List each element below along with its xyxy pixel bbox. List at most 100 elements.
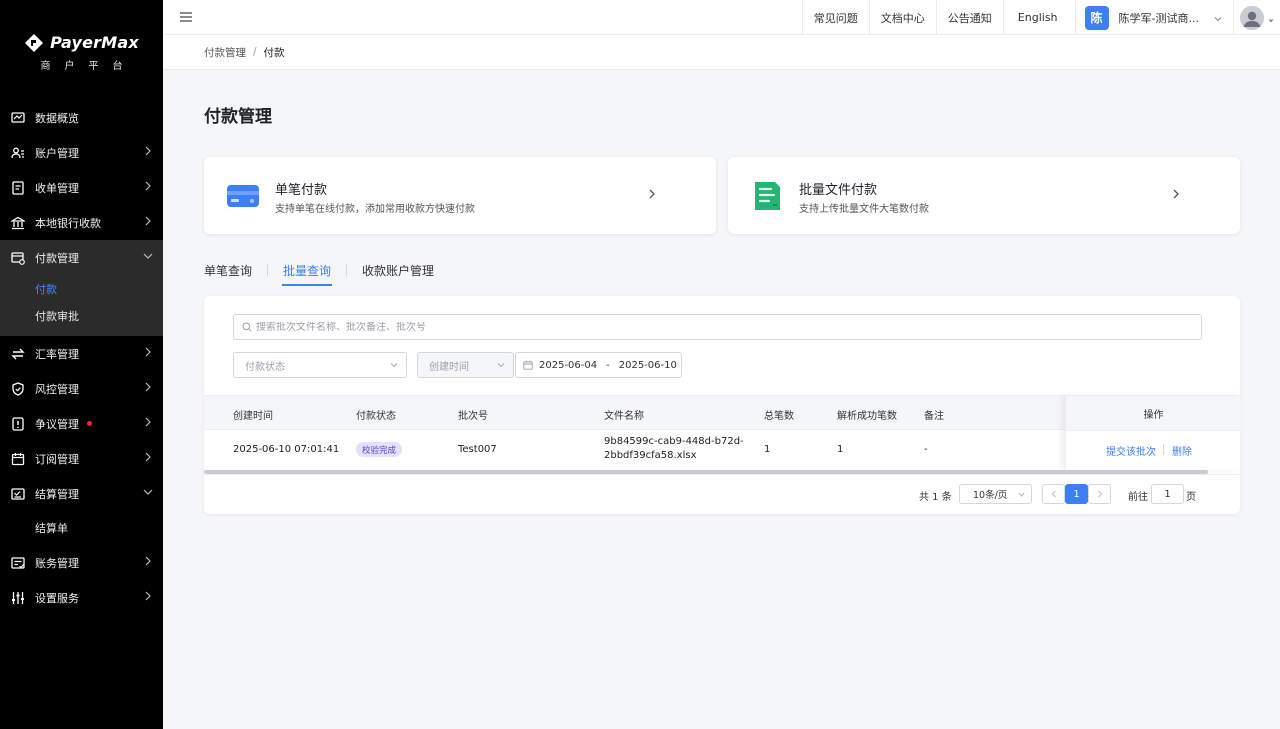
date-end: 2025-06-10 [618, 359, 677, 371]
single-payment-card[interactable]: 单笔付款 支持单笔在线付款，添加常用收款方快速付款 [204, 157, 716, 234]
page-size-value: 10条/页 [973, 490, 1008, 501]
sidebar-item-label: 结算管理 [35, 487, 79, 501]
sidebar-item-settlement[interactable]: 结算管理 [0, 476, 163, 511]
card-description: 支持单笔在线付款，添加常用收款方快速付款 [275, 204, 475, 215]
tab-batch-query[interactable]: 批量查询 [282, 262, 333, 286]
page-title: 付款管理 [204, 107, 272, 127]
sidebar-item-label: 争议管理 [35, 417, 79, 431]
chevron-right-icon [144, 215, 152, 227]
sidebar-item-payment[interactable]: 付款管理 [0, 240, 163, 275]
sidebar-item-settings[interactable]: 设置服务 [0, 580, 163, 615]
tab-single-query[interactable]: 单笔查询 [204, 262, 252, 286]
pagination: 共 1 条 10条/页 1 前往 页 [204, 484, 1240, 504]
merchant-switcher[interactable]: 陈 陈学军-测试商... [1074, 0, 1233, 35]
language-switch[interactable]: English [1002, 0, 1075, 35]
cell-batch-no: Test007 [458, 444, 497, 455]
cell-remark: - [924, 444, 928, 455]
sidebar-item-label: 数据概览 [35, 111, 79, 125]
page-size-select[interactable]: 10条/页 [959, 484, 1032, 504]
goto-label: 前往 [1128, 492, 1148, 503]
tab-divider [346, 264, 348, 276]
sidebar-subitem-payment-approval[interactable]: 付款审批 [0, 302, 163, 329]
merchant-avatar: 陈 [1084, 5, 1109, 30]
logo[interactable]: PayerMax 商户平台 [0, 0, 163, 100]
column-header-status: 付款状态 [356, 411, 396, 422]
announcements-link[interactable]: 公告通知 [935, 0, 1003, 35]
sidebar-item-local-bank[interactable]: 本地银行收款 [0, 205, 163, 240]
ledger-icon [11, 556, 25, 570]
column-header-operations: 操作 [1066, 395, 1241, 431]
payermax-logo-icon [24, 33, 44, 53]
date-range-picker[interactable]: 2025-06-04 - 2025-06-10 [515, 352, 682, 378]
query-tabs: 单笔查询 批量查询 收款账户管理 [204, 262, 434, 286]
sidebar-item-risk[interactable]: 风控管理 [0, 371, 163, 406]
operations-column: 操作 提交该批次 删除 [1065, 395, 1241, 470]
sidebar-item-label: 汇率管理 [35, 347, 79, 361]
breadcrumb-separator: / [253, 46, 257, 58]
card-title: 单笔付款 [275, 183, 328, 198]
chevron-right-icon [144, 145, 152, 157]
card-payment-icon [225, 178, 261, 214]
sidebar-item-dispute[interactable]: 争议管理 [0, 406, 163, 441]
logo-brand: PayerMax [50, 33, 139, 52]
chevron-right-icon [144, 180, 152, 192]
date-start: 2025-06-04 [539, 359, 598, 371]
goto-page-input[interactable] [1151, 484, 1184, 504]
settlement-icon [11, 487, 25, 501]
sidebar-item-label: 付款管理 [35, 251, 79, 265]
breadcrumb-current: 付款 [263, 46, 285, 59]
search-box[interactable] [233, 314, 1202, 340]
chevron-right-icon [144, 451, 152, 463]
search-input[interactable] [256, 321, 1156, 333]
delete-link[interactable]: 删除 [1172, 443, 1192, 458]
submit-batch-link[interactable]: 提交该批次 [1106, 443, 1156, 458]
prev-page-button[interactable] [1042, 484, 1065, 504]
next-page-button[interactable] [1088, 484, 1111, 504]
cell-created: 2025-06-10 07:01:41 [233, 444, 340, 455]
notification-dot [87, 421, 92, 426]
select-value: 创建时间 [429, 361, 469, 373]
sidebar-item-overview[interactable]: 数据概览 [0, 100, 163, 135]
breadcrumb-payment-management[interactable]: 付款管理 [204, 45, 246, 60]
user-menu[interactable] [1233, 0, 1280, 35]
time-type-select[interactable]: 创建时间 [417, 352, 514, 378]
settings-icon [11, 591, 25, 605]
sidebar-item-label: 设置服务 [35, 591, 79, 605]
page-number-current[interactable]: 1 [1065, 484, 1088, 504]
column-header-file-name: 文件名称 [604, 411, 644, 422]
sidebar-item-account[interactable]: 账户管理 [0, 135, 163, 170]
column-header-parsed: 解析成功笔数 [837, 411, 897, 422]
chevron-right-icon [144, 346, 152, 358]
card-description: 支持上传批量文件大笔数付款 [799, 204, 929, 215]
sidebar-item-ledger[interactable]: 账务管理 [0, 545, 163, 580]
card-title: 批量文件付款 [799, 183, 878, 198]
tab-payee-accounts[interactable]: 收款账户管理 [362, 262, 434, 286]
logo-subtitle: 商户平台 [40, 60, 137, 72]
sidebar-item-label: 风控管理 [35, 382, 79, 396]
sidebar-item-acquiring[interactable]: 收单管理 [0, 170, 163, 205]
sidebar-subitem-settlement-sheet[interactable]: 结算单 [0, 511, 163, 545]
docs-link[interactable]: 文档中心 [868, 0, 936, 35]
calendar-icon [11, 452, 25, 466]
menu-toggle-icon[interactable] [179, 10, 193, 24]
chevron-down-icon [1018, 492, 1025, 497]
cell-file-name-line2: 2bbdf39cfa58.xlsx [604, 450, 697, 461]
operation-divider [1163, 444, 1164, 455]
chevron-right-icon [144, 416, 152, 428]
chevron-down-icon [390, 363, 398, 368]
faq-link[interactable]: 常见问题 [801, 0, 869, 35]
sidebar-subitem-payment[interactable]: 付款 [0, 275, 163, 302]
chevron-left-icon [1051, 490, 1056, 498]
shield-icon [11, 381, 25, 396]
chevron-down-icon [497, 363, 505, 368]
batch-file-payment-card[interactable]: 批量文件付款 支持上传批量文件大笔数付款 [728, 157, 1240, 234]
caret-down-icon [1267, 14, 1275, 22]
search-icon [242, 322, 252, 332]
payment-status-select[interactable]: 付款状态 [233, 352, 407, 378]
merchant-name: 陈学军-测试商... [1118, 11, 1199, 25]
bank-icon [11, 216, 25, 230]
sidebar-nav: 数据概览 账户管理 收单管理 本地银行收款 付款管理 付款 付款审批 汇率管理 … [0, 100, 163, 615]
sidebar-item-fx[interactable]: 汇率管理 [0, 336, 163, 371]
chevron-down-icon [1213, 13, 1223, 23]
sidebar-item-subscription[interactable]: 订阅管理 [0, 441, 163, 476]
